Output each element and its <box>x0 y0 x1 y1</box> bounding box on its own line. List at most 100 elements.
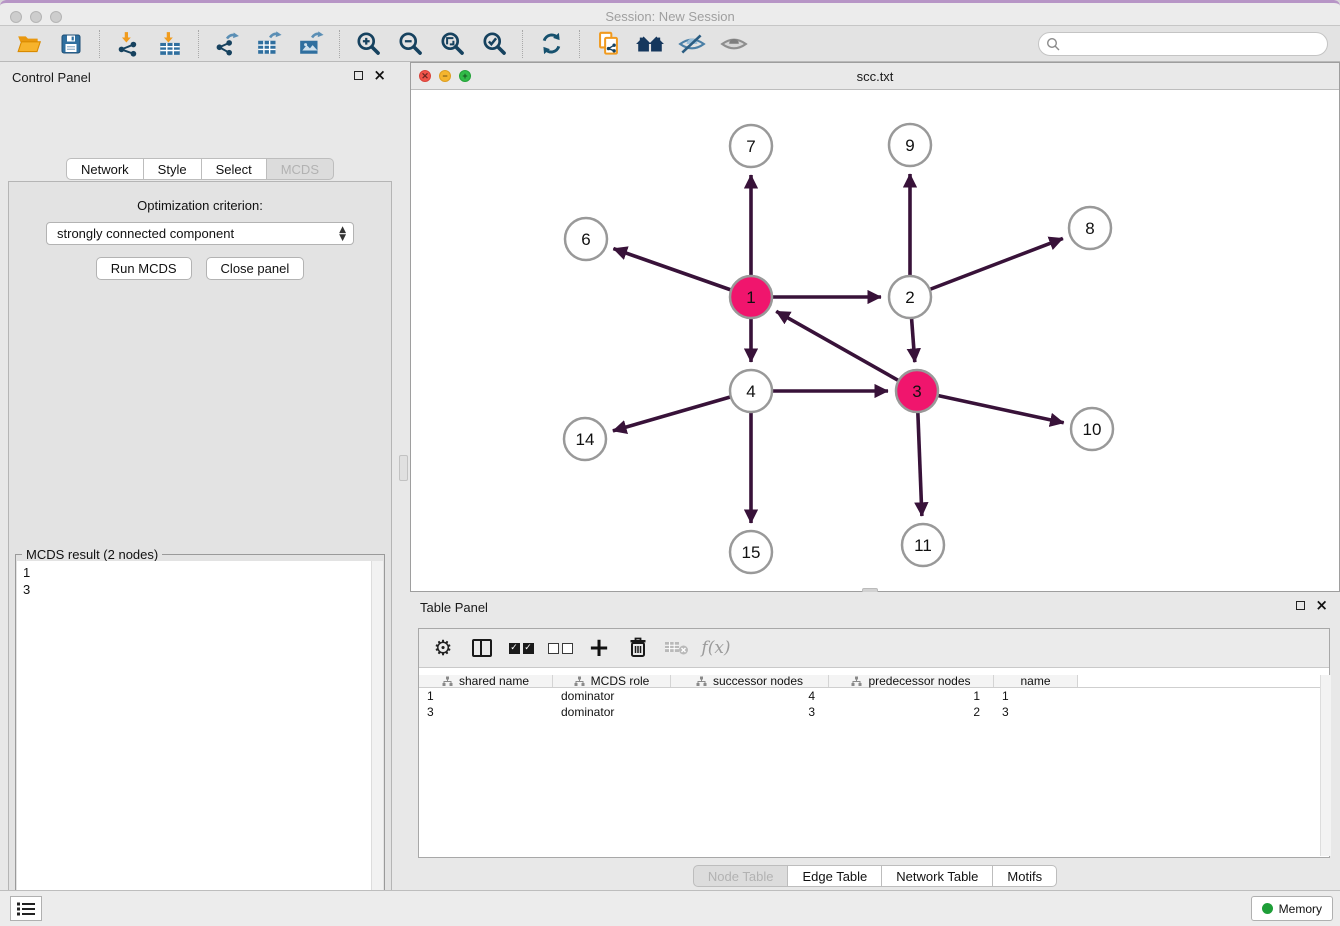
delete-column-icon[interactable] <box>624 634 652 662</box>
edge-2-8[interactable] <box>910 238 1063 297</box>
home-layout-icon[interactable] <box>635 29 665 59</box>
cell-predecessor-nodes[interactable]: 2 <box>829 704 994 720</box>
copy-network-icon[interactable] <box>593 29 623 59</box>
float-panel-icon[interactable] <box>354 71 363 80</box>
optimization-criterion-select[interactable]: strongly connected component ▲▼ <box>46 222 354 245</box>
graph-node-2[interactable]: 2 <box>889 276 931 318</box>
refresh-view-icon[interactable] <box>536 29 566 59</box>
hide-graphics-details-icon[interactable] <box>677 29 707 59</box>
svg-text:7: 7 <box>746 137 755 156</box>
tab-edge-table[interactable]: Edge Table <box>788 865 882 887</box>
add-column-icon[interactable]: + <box>585 634 613 662</box>
save-session-icon[interactable] <box>56 29 86 59</box>
search-box[interactable] <box>1038 32 1328 56</box>
show-graphics-details-icon[interactable] <box>719 29 749 59</box>
graph-node-4[interactable]: 4 <box>730 370 772 412</box>
status-bar: Memory <box>0 890 1340 926</box>
search-input[interactable] <box>1065 34 1320 54</box>
network-canvas[interactable]: 7 9 6 8 1 2 4 3 14 10 15 11 <box>411 90 1339 591</box>
tab-motifs[interactable]: Motifs <box>993 865 1057 887</box>
tab-node-table[interactable]: Node Table <box>693 865 789 887</box>
edge-3-1[interactable] <box>776 311 917 391</box>
memory-label: Memory <box>1279 902 1322 916</box>
select-all-checkboxes-icon[interactable]: ✓✓ <box>507 634 535 662</box>
column-header-predecessor-nodes[interactable]: predecessor nodes <box>829 675 994 687</box>
zoom-fit-icon[interactable] <box>437 29 467 59</box>
table-scrollbar[interactable] <box>1320 675 1331 856</box>
column-header-MCDS-role[interactable]: MCDS role <box>553 675 671 687</box>
cell-name[interactable]: 1 <box>994 688 1078 704</box>
tab-mcds[interactable]: MCDS <box>267 158 334 180</box>
edge-3-10[interactable] <box>917 391 1064 423</box>
svg-text:11: 11 <box>914 536 932 555</box>
cell-name[interactable]: 3 <box>994 704 1078 720</box>
result-scrollbar[interactable] <box>371 561 383 926</box>
graph-node-6[interactable]: 6 <box>565 218 607 260</box>
graph-node-1[interactable]: 1 <box>730 276 772 318</box>
cell-shared-name[interactable]: 1 <box>419 688 553 704</box>
tab-style[interactable]: Style <box>144 158 202 180</box>
panel-splitter-grip[interactable] <box>399 455 408 481</box>
control-panel: Control Panel × NetworkStyleSelectMCDS O… <box>0 62 400 878</box>
deselect-all-checkboxes-icon[interactable] <box>546 634 574 662</box>
zoom-out-icon[interactable] <box>395 29 425 59</box>
select-stepper-icon: ▲▼ <box>339 226 346 242</box>
cell-successor-nodes[interactable]: 4 <box>671 688 829 704</box>
export-image-icon[interactable] <box>296 29 326 59</box>
graph-node-14[interactable]: 14 <box>564 418 606 460</box>
graph-node-9[interactable]: 9 <box>889 124 931 166</box>
graph-node-11[interactable]: 11 <box>902 524 944 566</box>
column-header-shared-name[interactable]: shared name <box>419 675 553 687</box>
toggle-panes-icon[interactable] <box>468 634 496 662</box>
svg-text:8: 8 <box>1085 219 1094 238</box>
graph-node-3[interactable]: 3 <box>896 370 938 412</box>
cell-shared-name[interactable]: 3 <box>419 704 553 720</box>
graph-node-15[interactable]: 15 <box>730 531 772 573</box>
cell-MCDS-role[interactable]: dominator <box>553 688 671 704</box>
cell-successor-nodes[interactable]: 3 <box>671 704 829 720</box>
column-label: successor nodes <box>713 674 803 688</box>
network-graph[interactable]: 7 9 6 8 1 2 4 3 14 10 15 11 <box>411 90 1339 591</box>
column-label: predecessor nodes <box>868 674 970 688</box>
graph-node-10[interactable]: 10 <box>1071 408 1113 450</box>
svg-text:4: 4 <box>746 382 755 401</box>
column-header-successor-nodes[interactable]: successor nodes <box>671 675 829 687</box>
column-tree-icon <box>574 676 585 687</box>
export-table-icon[interactable] <box>254 29 284 59</box>
memory-status-icon <box>1262 903 1273 914</box>
task-history-button[interactable] <box>10 896 42 921</box>
column-header-name[interactable]: name <box>994 675 1078 687</box>
close-table-panel-icon[interactable]: × <box>1315 599 1328 611</box>
table-row[interactable]: 3dominator323 <box>419 704 1329 720</box>
toolbar-separator <box>198 30 199 58</box>
task-list-icon <box>16 901 36 917</box>
zoom-in-icon[interactable] <box>353 29 383 59</box>
cell-predecessor-nodes[interactable]: 1 <box>829 688 994 704</box>
close-panel-button[interactable]: Close panel <box>206 257 305 280</box>
network-view-window: ✕ − + scc.txt 7968124314101511 <box>410 62 1340 592</box>
graph-node-8[interactable]: 8 <box>1069 207 1111 249</box>
mcds-result-box: MCDS result (2 nodes) 1 3 <box>15 554 385 926</box>
cell-MCDS-role[interactable]: dominator <box>553 704 671 720</box>
main-titlebar: Session: New Session <box>0 0 1340 26</box>
run-mcds-button[interactable]: Run MCDS <box>96 257 192 280</box>
toolbar-separator <box>99 30 100 58</box>
tab-network-table[interactable]: Network Table <box>882 865 993 887</box>
import-network-icon[interactable] <box>113 29 143 59</box>
settings-gear-icon[interactable]: ⚙ <box>429 634 457 662</box>
table-row[interactable]: 1dominator411 <box>419 688 1329 704</box>
tab-network[interactable]: Network <box>66 158 144 180</box>
mcds-result-area[interactable]: 1 3 <box>17 561 371 926</box>
export-network-icon[interactable] <box>212 29 242 59</box>
table-header-row: shared nameMCDS role successor nodes prede… <box>419 668 1329 688</box>
zoom-selected-icon[interactable] <box>479 29 509 59</box>
toolbar-separator <box>339 30 340 58</box>
float-table-panel-icon[interactable] <box>1296 601 1305 610</box>
import-table-icon[interactable] <box>155 29 185 59</box>
graph-node-7[interactable]: 7 <box>730 125 772 167</box>
tab-select[interactable]: Select <box>202 158 267 180</box>
svg-text:6: 6 <box>581 230 590 249</box>
memory-button[interactable]: Memory <box>1251 896 1333 921</box>
open-file-icon[interactable] <box>14 29 44 59</box>
close-panel-icon[interactable]: × <box>373 69 386 81</box>
